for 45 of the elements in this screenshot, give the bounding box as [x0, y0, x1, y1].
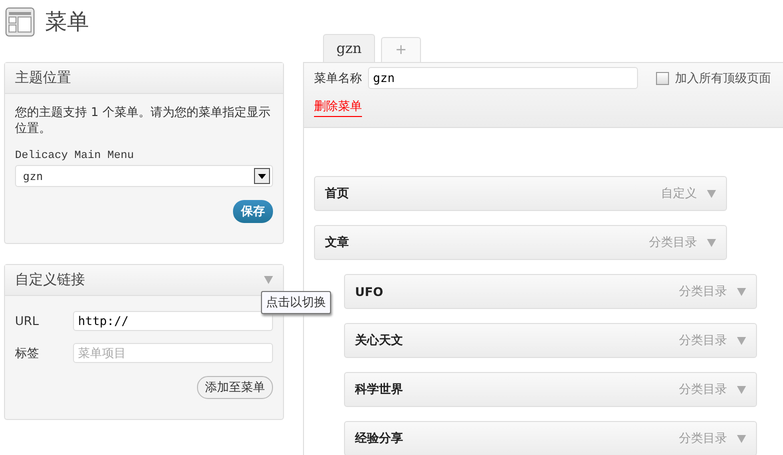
item-type: 分类目录 — [679, 332, 727, 349]
expand-arrow-icon[interactable] — [737, 386, 746, 394]
save-button[interactable]: 保存 — [233, 200, 273, 223]
auto-add-checkbox[interactable] — [656, 72, 669, 84]
item-type: 分类目录 — [679, 283, 727, 300]
menu-item[interactable]: 关心天文 分类目录 — [344, 323, 757, 358]
url-field[interactable]: http:// — [73, 311, 273, 331]
item-type: 自定义 — [661, 185, 697, 202]
panel-title: 主题位置 — [15, 69, 71, 87]
menu-tab[interactable]: gzn — [323, 34, 375, 62]
item-type: 分类目录 — [679, 430, 727, 447]
delete-menu-link[interactable]: 删除菜单 — [314, 98, 362, 117]
item-title: 关心天文 — [355, 332, 404, 349]
menu-item[interactable]: UFO 分类目录 — [344, 274, 757, 309]
expand-arrow-icon[interactable] — [737, 288, 746, 296]
url-label: URL — [15, 314, 40, 328]
item-title: 文章 — [325, 234, 350, 251]
expand-arrow-icon[interactable] — [707, 190, 716, 198]
description-text: 您的主题支持 1 个菜单。请为您的菜单指定显示位置。 — [15, 104, 272, 136]
menu-select[interactable]: gzn — [15, 165, 273, 187]
expand-arrow-icon[interactable] — [707, 238, 716, 246]
item-type: 分类目录 — [679, 381, 727, 398]
item-title: 首页 — [325, 185, 350, 202]
item-title: 科学世界 — [355, 381, 404, 398]
menu-page-icon — [5, 7, 35, 37]
expand-arrow-icon[interactable] — [737, 336, 746, 344]
panel-title: 自定义链接 — [15, 271, 85, 289]
item-type: 分类目录 — [649, 234, 697, 251]
tooltip: 点击以切换 — [261, 291, 331, 314]
add-to-menu-button[interactable]: 添加至菜单 — [197, 376, 273, 399]
location-label: Delicacy Main Menu — [15, 150, 135, 162]
item-title: UFO — [355, 284, 384, 298]
menu-item[interactable]: 首页 自定义 — [314, 176, 727, 211]
menu-item[interactable]: 科学世界 分类目录 — [344, 372, 757, 407]
menu-name-label: 菜单名称 — [314, 70, 362, 86]
menu-item[interactable]: 经验分享 分类目录 — [344, 421, 757, 455]
expand-arrow-icon[interactable] — [737, 434, 746, 442]
menu-item[interactable]: 文章 分类目录 — [314, 225, 727, 260]
item-title: 经验分享 — [355, 430, 404, 447]
toggle-arrow-icon[interactable] — [264, 276, 273, 284]
menu-name-field[interactable]: gzn — [368, 67, 638, 89]
label-label: 标签 — [15, 344, 40, 362]
page-title: 菜单 — [45, 9, 89, 37]
label-field[interactable]: 菜单项目 — [73, 343, 273, 363]
auto-add-label: 加入所有顶级页面 — [675, 70, 771, 86]
